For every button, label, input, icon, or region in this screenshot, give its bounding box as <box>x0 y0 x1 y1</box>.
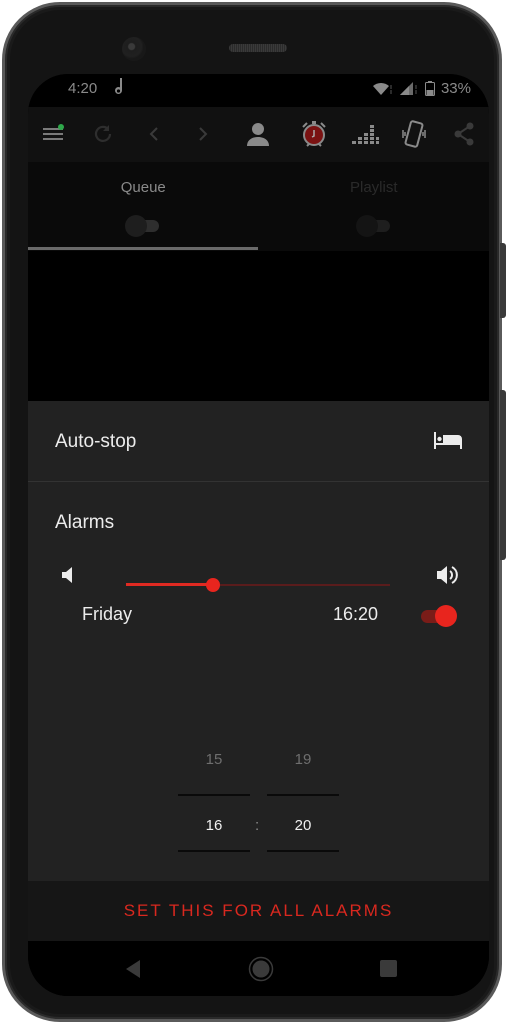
content-area <box>28 251 489 401</box>
tab-label: Playlist <box>349 179 398 196</box>
phone-frame: 4:20 33% Queue Playlist Auto-stop Alarms… <box>2 2 502 1022</box>
nav-back-button[interactable] <box>118 955 148 983</box>
alarm-enabled-toggle[interactable] <box>419 604 459 628</box>
tab-queue[interactable]: Queue <box>28 162 259 251</box>
alarm-time: 16:20 <box>333 604 379 624</box>
autostop-label: Auto-stop <box>55 431 137 452</box>
cell-signal-icon <box>399 81 419 96</box>
menu-button[interactable] <box>38 119 68 149</box>
back-icon <box>149 127 158 141</box>
toggle-knob <box>355 215 378 237</box>
picker-line <box>267 850 339 852</box>
status-bar: 4:20 33% <box>28 74 489 107</box>
nav-back-icon <box>126 960 140 978</box>
picker-line <box>178 794 250 796</box>
tab-playlist[interactable]: Playlist <box>259 162 490 251</box>
volume-high-icon[interactable] <box>436 564 460 591</box>
alarm-clock-icon <box>302 121 326 147</box>
battery-icon <box>424 81 435 96</box>
screen: 4:20 33% Queue Playlist Auto-stop Alarms… <box>28 74 489 996</box>
music-note-icon <box>113 77 127 102</box>
queue-toggle[interactable] <box>125 215 161 237</box>
forward-icon <box>199 127 208 141</box>
earpiece-speaker <box>229 44 287 52</box>
volume-low-icon[interactable] <box>61 565 75 590</box>
toggle-knob <box>125 215 148 237</box>
minute-selected[interactable]: 20 <box>267 817 339 834</box>
share-button[interactable] <box>449 119 479 149</box>
nav-home-button[interactable] <box>246 955 276 983</box>
share-icon <box>454 122 474 146</box>
nav-recents-button[interactable] <box>374 955 404 983</box>
menu-icon <box>43 124 64 140</box>
slider-thumb[interactable] <box>206 578 221 592</box>
divider <box>28 481 489 482</box>
slider-fill <box>126 583 214 586</box>
forward-button[interactable] <box>188 119 218 149</box>
power-button <box>500 243 506 318</box>
front-camera <box>122 37 146 61</box>
playlist-toggle[interactable] <box>355 215 392 237</box>
wifi-icon <box>372 82 393 96</box>
refresh-button[interactable] <box>88 119 118 149</box>
status-icons: 33% <box>372 80 471 97</box>
hour-selected[interactable]: 16 <box>178 817 250 834</box>
alarm-day: Friday <box>82 604 133 624</box>
equalizer-icon <box>352 125 379 144</box>
tab-indicator <box>28 247 258 250</box>
user-button[interactable] <box>243 119 273 149</box>
hour-prev[interactable]: 15 <box>178 751 250 768</box>
phone-vibrate-icon <box>402 120 426 148</box>
volume-slider[interactable] <box>126 575 390 595</box>
tab-bar: Queue Playlist <box>28 162 489 251</box>
equalizer-button[interactable] <box>350 119 380 149</box>
tab-label: Queue <box>120 179 166 196</box>
picker-line <box>178 850 250 852</box>
minute-prev[interactable]: 19 <box>267 751 339 768</box>
set-for-all-alarms-button[interactable]: SET THIS FOR ALL ALARMS <box>28 881 489 941</box>
picker-separator: : <box>255 817 260 834</box>
toolbar <box>28 107 489 162</box>
navigation-bar <box>28 941 489 996</box>
autostop-row[interactable]: Auto-stop <box>28 401 489 481</box>
bottom-sheet: Auto-stop Alarms Friday 16:20 15 16: 19… <box>28 401 489 939</box>
volume-rocker <box>500 390 506 560</box>
alarm-button[interactable] <box>299 119 329 149</box>
battery-percent: 33% <box>440 80 471 97</box>
picker-line <box>267 794 339 796</box>
vibrate-button[interactable] <box>399 119 429 149</box>
nav-home-icon <box>248 956 274 982</box>
status-time: 4:20 <box>68 80 98 97</box>
nav-recents-icon <box>380 960 397 977</box>
alarms-label: Alarms <box>55 512 115 533</box>
back-button[interactable] <box>139 119 169 149</box>
toggle-knob <box>435 605 457 627</box>
user-icon <box>247 123 269 146</box>
refresh-icon <box>94 125 112 142</box>
bed-icon <box>434 430 462 455</box>
